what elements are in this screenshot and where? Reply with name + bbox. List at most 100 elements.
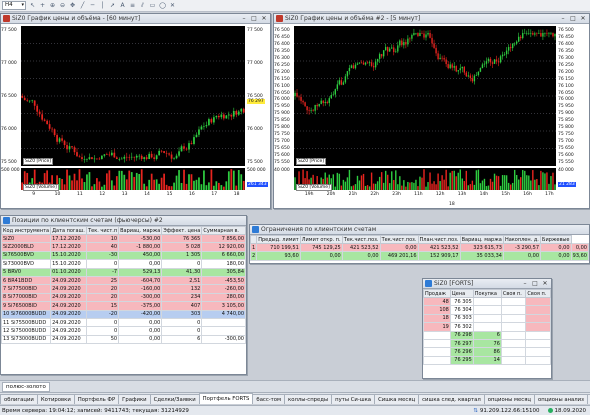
volume-bar <box>405 186 407 190</box>
col-header[interactable]: Цена <box>449 289 474 298</box>
candle-body <box>546 33 548 34</box>
hline-tool-icon[interactable]: ─ <box>89 2 96 10</box>
col-header[interactable]: План.чист.поз. <box>417 235 461 244</box>
workspace-tab[interactable]: сишка след. квартал <box>418 394 485 404</box>
orderbook-row[interactable]: 76 295 14 <box>423 355 551 366</box>
table-row[interactable]: 8 Si77000BID 24.09.2020 20 -300,00 234 280,00 <box>0 292 246 303</box>
close-icon[interactable]: ✕ <box>579 15 587 22</box>
table-row[interactable]: SiZ2000BLD 17.12.2020 40 -1 880,00 5 028 12 9… <box>0 242 246 252</box>
table-cell: 6 660,00 <box>201 250 246 261</box>
cursor-icon[interactable]: ↖ <box>29 2 36 10</box>
col-header[interactable]: Биржевые <box>540 235 572 244</box>
workspace-tab[interactable]: коллы-спреды <box>284 394 333 404</box>
maximize-icon[interactable]: □ <box>250 15 258 22</box>
workspace-tab[interactable]: опционы месяц <box>483 394 535 404</box>
table-row[interactable]: Si76500BVD 15.10.2020 -30 450,00 1 305 6 660,… <box>0 250 246 261</box>
table-row[interactable]: 7 Si77500BID 24.09.2020 20 -160,00 132 -260,0… <box>0 284 246 294</box>
col-header[interactable]: Покупка <box>472 289 502 298</box>
volume-bar <box>407 181 409 190</box>
close-icon[interactable]: ✕ <box>541 280 549 287</box>
workspace-tab[interactable]: Сделки/Заявки <box>149 394 200 404</box>
table-row[interactable]: SiZ0 17.12.2020 10 -530,00 76 365 7 856,00 <box>0 233 246 244</box>
workspace-tab[interactable]: Сишка месяц <box>374 394 420 404</box>
table-row[interactable]: 1 710 199,51 745 129,25 421 523,52 0,00 421 5… <box>249 242 590 253</box>
minimize-icon[interactable]: – <box>521 280 529 287</box>
zoom-out-icon[interactable]: ⊖ <box>59 2 66 10</box>
close-icon[interactable]: ✕ <box>260 15 268 22</box>
arrow-tool-icon[interactable]: ➚ <box>109 2 116 10</box>
orderbook-row[interactable]: 76 298 6 <box>423 330 551 340</box>
col-header[interactable]: Тек.чист.поз. <box>341 235 381 244</box>
col-header[interactable]: Накоплен. д. <box>502 235 542 244</box>
price-panel[interactable]: SiZ0 [Price] <box>294 26 556 166</box>
group-tab[interactable]: полюс-золото <box>2 382 50 392</box>
table-cell: 24.09.2020 <box>50 317 88 328</box>
workspace-tab[interactable]: опционы анализ <box>534 394 588 404</box>
table-row[interactable]: Si73000BVD 15.10.2020 0 0,00 0 180,00 <box>0 259 246 269</box>
workspace-tab[interactable]: басс-том <box>252 394 285 404</box>
vline-tool-icon[interactable]: │ <box>99 2 106 10</box>
volume-panel[interactable]: SiZ0 [Volume] <box>294 168 556 191</box>
maximize-icon[interactable]: □ <box>569 15 577 22</box>
zoom-in-icon[interactable]: ⊕ <box>49 2 56 10</box>
pan-icon[interactable]: ✥ <box>69 2 76 10</box>
candle-body <box>419 33 421 37</box>
table-row[interactable]: 12 Si75000BUDD 24.09.2020 0 0,00 0 <box>0 326 246 336</box>
table-row[interactable]: 13 Si73000BUDD 24.09.2020 50 0,00 6 -300,00 <box>0 334 246 345</box>
text-tool-icon[interactable]: A <box>119 2 126 10</box>
table-row[interactable]: 6 BR41BDD 24.09.2020 25 -604,70 2,51 -453,50 <box>0 275 246 286</box>
minimize-icon[interactable]: – <box>559 15 567 22</box>
line-tool-icon[interactable]: ╱ <box>79 2 86 10</box>
delete-tool-icon[interactable]: ✕ <box>169 2 176 10</box>
volume-bar <box>451 170 453 190</box>
table-row[interactable]: 9 Si76500BID 24.09.2020 15 -375,00 407 3 105,… <box>0 301 246 311</box>
col-header[interactable]: Суммарная в. <box>201 226 246 235</box>
timeframe-select[interactable]: H4 <box>2 1 26 10</box>
workspace-tab[interactable]: Графики <box>118 394 151 404</box>
col-header[interactable]: Продаж <box>423 289 451 298</box>
workspace-tab[interactable]: Портфель FORTS <box>198 393 254 404</box>
price-panel[interactable]: SiZ0 [Price] <box>21 26 245 166</box>
workspace-tab[interactable]: Котировки <box>36 394 75 404</box>
col-header[interactable]: Тек. чист.п <box>86 226 120 235</box>
volume-bar <box>213 185 215 190</box>
candle-body <box>220 114 223 118</box>
col-header[interactable]: Дата погаш. <box>50 226 88 235</box>
orderbook-row[interactable]: 18 76 303 <box>423 313 551 324</box>
table-row[interactable]: 2 93,60 0,00 0,00 469 201,16 152 909,17 35 033… <box>249 251 590 261</box>
fib-tool-icon[interactable]: ≡ <box>129 2 136 10</box>
col-header[interactable]: Вариац. маржа <box>118 226 163 235</box>
current-volume-label: 261 343 <box>247 182 268 187</box>
table-cell: 8 Si77000BID <box>0 292 52 303</box>
table-row[interactable]: 10 Si76000BUDD 24.09.2020 -20 -420,00 303 4 7… <box>0 309 246 319</box>
col-header[interactable]: Лимит откр. п. <box>299 235 343 244</box>
col-header[interactable]: Предыд. лимит <box>256 235 301 244</box>
col-header[interactable]: Своя п. <box>500 289 527 298</box>
orderbook-row[interactable]: 19 76 302 <box>423 322 551 332</box>
volume-panel[interactable]: SiZ0 [Volume] <box>21 168 245 191</box>
maximize-icon[interactable]: □ <box>531 280 539 287</box>
volume-bar <box>190 174 193 190</box>
minimize-icon[interactable]: – <box>240 15 248 22</box>
workspace-tab[interactable]: Портфель ФР <box>73 394 120 404</box>
workspace-tab[interactable]: путы Си-шка <box>331 394 376 404</box>
col-header[interactable]: Вариац. маржа <box>459 235 504 244</box>
orderbook-row[interactable]: 76 296 86 <box>423 347 551 357</box>
orderbook-row[interactable]: 76 297 76 <box>423 338 551 349</box>
col-header[interactable]: Своя п. <box>525 289 551 298</box>
table-row[interactable]: 5 BRV0 01.10.2020 -7 529,13 41,30 305,84 <box>0 267 246 277</box>
table-row[interactable]: 11 Si75500BUDD 24.09.2020 0 0,00 0 <box>0 317 246 328</box>
candle-body <box>48 124 51 129</box>
candle-body <box>68 146 71 150</box>
col-header[interactable]: Тек.чист.поз. <box>379 235 419 244</box>
crosshair-icon[interactable]: + <box>39 2 46 10</box>
orderbook-row[interactable]: 48 76 305 <box>423 296 551 307</box>
candle-body <box>362 62 365 65</box>
workspace-tab[interactable]: облигации <box>0 394 38 404</box>
ellipse-tool-icon[interactable]: ◯ <box>159 2 166 10</box>
rect-tool-icon[interactable]: ▭ <box>149 2 156 10</box>
col-header[interactable]: Эффект. цена <box>161 226 203 235</box>
col-header[interactable]: Код инструмента <box>0 226 52 235</box>
channel-tool-icon[interactable]: ⫽ <box>139 2 146 10</box>
orderbook-row[interactable]: 108 76 304 <box>423 305 551 315</box>
